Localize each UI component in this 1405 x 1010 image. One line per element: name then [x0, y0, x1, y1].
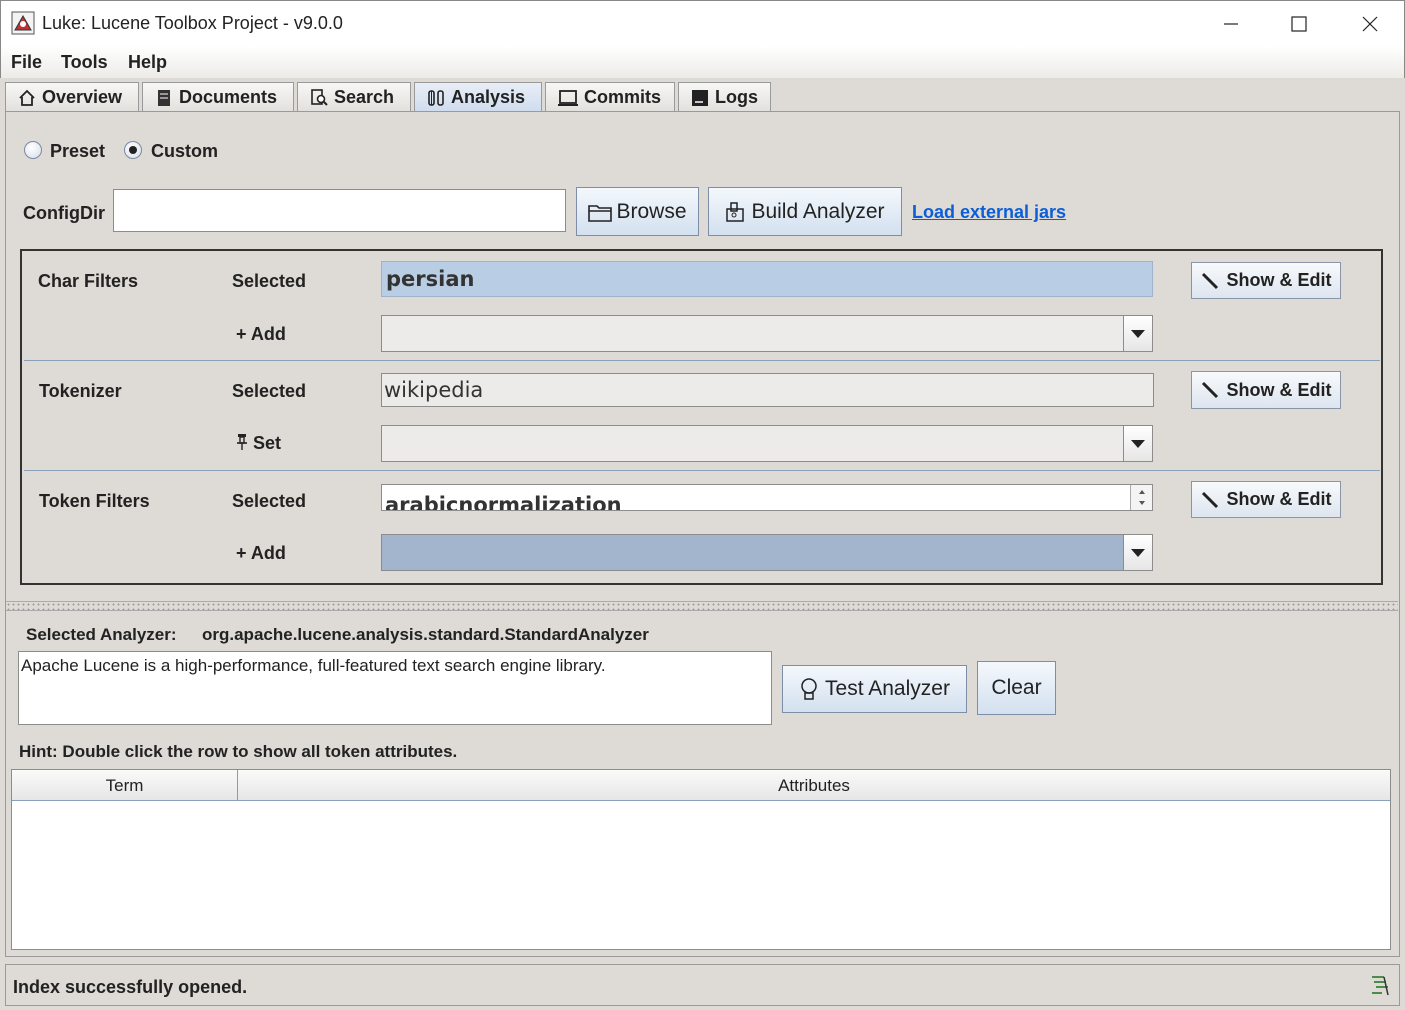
tab-logs[interactable]: Logs [678, 82, 771, 112]
configdir-input[interactable] [113, 189, 566, 232]
bulb-icon [801, 678, 817, 700]
selected-analyzer-value: org.apache.lucene.analysis.standard.Stan… [202, 625, 649, 644]
search-icon [311, 88, 328, 106]
char-filters-selected-value: persian [386, 267, 475, 291]
pin-icon [237, 434, 247, 450]
maximize-button[interactable] [1265, 1, 1333, 47]
tab-documents-label: Documents [179, 87, 278, 107]
tab-commits[interactable]: Commits [545, 82, 675, 112]
test-analyzer-label: Test Analyzer [825, 677, 950, 700]
load-external-jars-link[interactable]: Load external jars [912, 202, 1066, 223]
tokenizer-selected-field: wikipedia [381, 373, 1154, 407]
build-analyzer-button[interactable]: Build Analyzer [708, 187, 902, 236]
tokenizer-set-label: Set [236, 433, 281, 454]
char-filters-selected-list[interactable]: persian [381, 261, 1153, 297]
analysis-icon [428, 89, 444, 106]
char-filters-add-combo[interactable] [381, 315, 1153, 352]
window-title: Luke: Lucene Toolbox Project - v9.0.0 [42, 13, 343, 33]
clear-button[interactable]: Clear [977, 661, 1056, 715]
token-filters-selected-value: arabicnormalization [385, 493, 622, 511]
divider [24, 360, 1380, 361]
close-icon [1362, 16, 1378, 32]
analyzer-input-text[interactable]: Apache Lucene is a high-performance, ful… [18, 651, 772, 725]
preset-label: Preset [50, 141, 106, 161]
browse-button[interactable]: Browse [576, 187, 699, 236]
chevron-down-icon[interactable] [1123, 535, 1152, 570]
token-table[interactable]: Term Attributes [11, 769, 1391, 950]
close-button[interactable] [1336, 1, 1404, 47]
preset-radio[interactable] [24, 141, 42, 159]
token-filters-edit-label: Show & Edit [1226, 489, 1332, 509]
status-bar: Index successfully opened. [5, 964, 1400, 1006]
wand-icon [1201, 272, 1218, 289]
char-filters-edit-label: Show & Edit [1226, 270, 1332, 290]
tokenizer-show-edit-button[interactable]: Show & Edit [1191, 371, 1341, 409]
tab-analysis[interactable]: Analysis [414, 82, 542, 112]
char-filters-add-label: + Add [236, 324, 286, 344]
custom-label: Custom [151, 141, 218, 161]
char-filters-selected-label: Selected [232, 271, 307, 291]
token-filters-selected-list[interactable]: arabicnormalization [381, 484, 1153, 511]
clear-label: Clear [991, 676, 1042, 699]
tokenizer-edit-label: Show & Edit [1226, 379, 1332, 400]
menu-file[interactable]: File [11, 52, 42, 73]
folder-icon [588, 204, 613, 222]
home-icon [19, 89, 35, 106]
token-filters-label: Token Filters [39, 491, 150, 511]
status-message: Index successfully opened. [13, 977, 248, 997]
column-attributes[interactable]: Attributes [238, 770, 1390, 801]
tab-analysis-label: Analysis [451, 87, 526, 107]
wand-icon [1201, 491, 1218, 508]
test-analyzer-button[interactable]: Test Analyzer [782, 665, 967, 713]
app-icon [11, 11, 35, 40]
tab-search[interactable]: Search [297, 82, 411, 112]
title-bar: Luke: Lucene Toolbox Project - v9.0.0 [0, 0, 1405, 46]
split-divider[interactable] [6, 601, 1398, 611]
wand-icon [1201, 381, 1218, 399]
list-scrollbar[interactable] [1130, 485, 1152, 510]
column-term[interactable]: Term [12, 770, 238, 801]
minimize-icon [1224, 23, 1238, 25]
token-filters-add-label: + Add [236, 543, 286, 563]
tab-commits-label: Commits [584, 87, 662, 107]
hint-text: Hint: Double click the row to show all t… [19, 742, 458, 761]
menu-tools[interactable]: Tools [61, 52, 108, 73]
minimize-button[interactable] [1197, 1, 1265, 47]
tab-overview[interactable]: Overview [5, 82, 139, 112]
tab-search-label: Search [334, 87, 395, 107]
browse-label: Browse [616, 199, 687, 223]
divider [24, 470, 1380, 471]
menu-help[interactable]: Help [128, 52, 167, 73]
build-icon [726, 201, 745, 222]
token-filters-add-combo[interactable] [381, 534, 1153, 571]
token-filters-selected-label: Selected [232, 491, 307, 511]
menu-bar: File Tools Help [0, 46, 1405, 78]
tab-overview-label: Overview [42, 87, 123, 107]
tab-logs-label: Logs [715, 87, 758, 107]
char-filters-label: Char Filters [38, 271, 139, 291]
configdir-label: ConfigDir [23, 203, 105, 223]
logs-icon [692, 89, 708, 106]
token-filters-show-edit-button[interactable]: Show & Edit [1191, 481, 1341, 518]
tokenizer-selected-label: Selected [232, 381, 307, 401]
build-analyzer-label: Build Analyzer [751, 199, 885, 223]
char-filters-show-edit-button[interactable]: Show & Edit [1191, 262, 1341, 299]
commits-icon [558, 89, 578, 106]
maximize-icon [1291, 16, 1307, 32]
documents-icon [158, 89, 170, 106]
tokenizer-label: Tokenizer [39, 381, 122, 401]
tokenizer-set-combo[interactable] [381, 425, 1153, 462]
status-icon [1372, 976, 1389, 996]
custom-radio[interactable] [124, 141, 142, 159]
tokenizer-selected-value: wikipedia [384, 378, 484, 402]
tab-documents[interactable]: Documents [142, 82, 294, 112]
chevron-down-icon[interactable] [1123, 316, 1152, 351]
chevron-down-icon[interactable] [1123, 426, 1152, 461]
selected-analyzer-label: Selected Analyzer: [26, 625, 177, 644]
